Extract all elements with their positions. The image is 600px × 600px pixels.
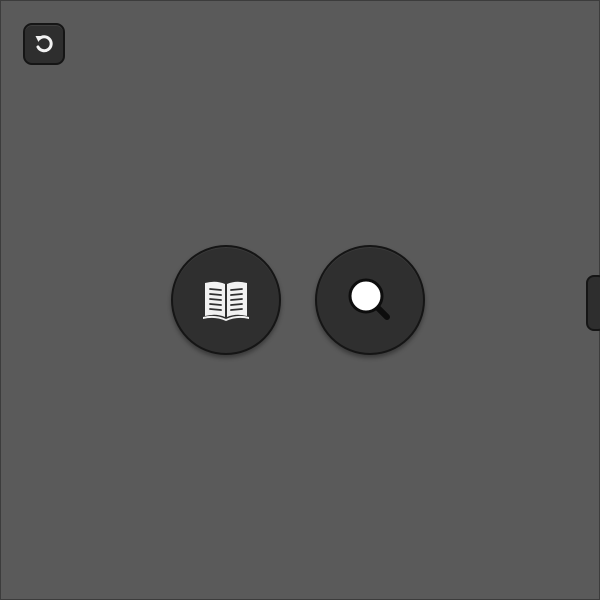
undo-arrow-icon [35,35,53,53]
open-book-icon [203,281,249,321]
book-button[interactable] [171,245,281,355]
side-panel-handle[interactable] [586,275,600,331]
app-frame [0,0,600,600]
search-button[interactable] [315,245,425,355]
back-button[interactable] [23,23,65,65]
magnifier-icon [348,278,390,320]
